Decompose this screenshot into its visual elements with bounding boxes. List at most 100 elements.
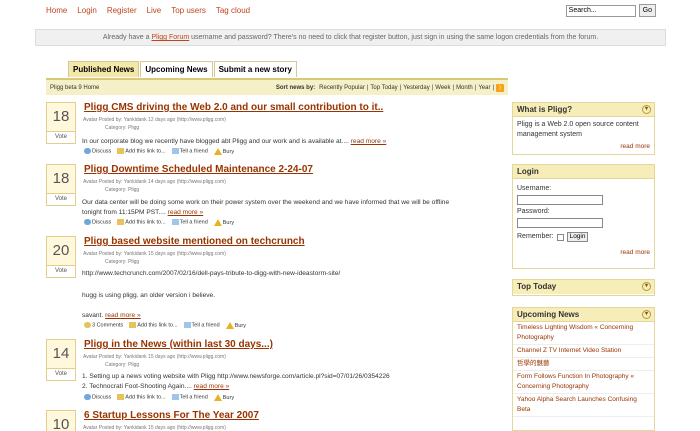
vote-button[interactable]: Vote — [46, 369, 76, 381]
tell-label: Tell a friend — [179, 219, 208, 226]
story-body: http://www.techcrunch.com/2007/02/16/del… — [82, 269, 502, 321]
notice-text-post: username and password? There's no need t… — [189, 34, 599, 41]
search-input[interactable] — [565, 4, 636, 17]
add-icon — [117, 148, 125, 155]
upcoming-item[interactable]: Form Follows Function In Photography « C… — [513, 371, 654, 394]
story-meta: Avatar Posted by: Yankidank 15 days ago … — [83, 424, 226, 431]
mail-icon — [183, 322, 191, 329]
vote-button[interactable]: Vote — [46, 266, 76, 278]
vote-button[interactable]: Vote — [46, 194, 76, 206]
add-link[interactable]: Add this link to... — [129, 322, 178, 329]
tell-friend-link[interactable]: Tell a friend — [183, 322, 220, 329]
tab-submit-story[interactable]: Submit a new story — [213, 61, 297, 77]
collapse-icon[interactable]: ▾ — [642, 310, 651, 319]
story-title[interactable]: Pligg in the News (within last 30 days..… — [84, 339, 273, 350]
bury-link[interactable]: Bury — [213, 394, 234, 401]
read-more-link[interactable]: read more — [620, 249, 650, 256]
vote-box: 18 Vote — [46, 164, 76, 206]
read-more-link[interactable]: read more » — [168, 209, 204, 216]
nav-live[interactable]: Live — [147, 6, 162, 15]
upcoming-item[interactable]: Channel Z TV Internet Video Station — [513, 345, 654, 358]
tell-label: Tell a friend — [191, 322, 220, 329]
sort-year[interactable]: Year — [478, 85, 490, 91]
read-more-link[interactable]: read more » — [194, 383, 230, 390]
add-link[interactable]: Add this link to... — [117, 394, 166, 401]
vote-count: 18 — [46, 102, 76, 132]
story-meta: Avatar Posted by: Yankidank 14 days ago … — [83, 178, 226, 194]
news-tabs: Published News Upcoming News Submit a ne… — [68, 61, 298, 77]
nav-home[interactable]: Home — [46, 6, 67, 15]
discuss-link[interactable]: Discuss — [84, 394, 111, 401]
add-label: Add this link to... — [125, 148, 166, 155]
story-category: Category: Pligg — [105, 259, 140, 265]
story-title[interactable]: 6 Startup Lessons For The Year 2007 — [84, 410, 259, 421]
read-more-link[interactable]: read more — [620, 143, 650, 150]
read-more-link[interactable]: read more » — [105, 312, 141, 319]
sort-recently-popular[interactable]: Recently Popular — [319, 85, 365, 91]
discuss-icon — [84, 148, 91, 155]
tab-published-news[interactable]: Published News — [68, 61, 140, 77]
box-title: Login — [517, 167, 539, 176]
tell-friend-link[interactable]: Tell a friend — [171, 219, 208, 226]
rss-icon[interactable]: ) — [496, 83, 504, 92]
search-button[interactable]: Go — [638, 4, 656, 17]
tell-label: Tell a friend — [179, 394, 208, 401]
nav-top-users[interactable]: Top users — [171, 6, 206, 15]
forum-link[interactable]: Pligg Forum — [151, 34, 189, 41]
story-body: In our corporate blog we recently have b… — [82, 137, 502, 147]
upcoming-item[interactable]: Timeless Lighting Wisdom « Concerning Ph… — [513, 322, 654, 345]
password-label: Password: — [517, 208, 550, 215]
story-category: Category: Pligg — [105, 125, 140, 131]
sort-week[interactable]: Week — [435, 85, 450, 91]
vote-count: 20 — [46, 236, 76, 266]
username-label: Username: — [517, 185, 552, 192]
sort-yesterday[interactable]: Yesterday — [403, 85, 429, 91]
nav-login[interactable]: Login — [77, 6, 97, 15]
login-box: Login Username: Password: Remember: Logi… — [512, 164, 655, 269]
story-actions: Discuss Add this link to... Tell a frien… — [84, 219, 234, 226]
expand-icon[interactable]: ▾ — [642, 282, 651, 291]
bury-label: Bury — [234, 322, 246, 329]
story-title[interactable]: Pligg based website mentioned on techcru… — [84, 236, 305, 247]
what-is-pligg-header: What is Pligg? ▾ — [513, 103, 654, 117]
read-more-link[interactable]: read more » — [351, 138, 387, 145]
add-link[interactable]: Add this link to... — [117, 219, 166, 226]
bury-icon — [213, 394, 222, 401]
password-field[interactable] — [517, 218, 603, 228]
sort-bar: Sort news by: Recently Popular | Top Toda… — [276, 83, 504, 92]
username-field[interactable] — [517, 195, 603, 205]
tell-friend-link[interactable]: Tell a friend — [171, 394, 208, 401]
collapse-icon[interactable]: ▾ — [642, 105, 651, 114]
story-meta: Avatar Posted by: Yankidank 15 days ago … — [83, 250, 226, 266]
upcoming-item[interactable]: Yahoo Alpha Search Launches Confusing Be… — [513, 394, 654, 417]
nav-register[interactable]: Register — [107, 6, 137, 15]
bury-label: Bury — [222, 219, 235, 226]
bury-link[interactable]: Bury — [213, 219, 235, 226]
comments-link[interactable]: 3 Comments — [84, 322, 124, 329]
avatar: Avatar — [83, 425, 98, 431]
discuss-link[interactable]: Discuss — [84, 219, 111, 226]
sort-month[interactable]: Month — [456, 85, 473, 91]
bury-link[interactable]: Bury — [213, 148, 234, 155]
story-title[interactable]: Pligg CMS driving the Web 2.0 and our sm… — [84, 102, 383, 113]
search-form: Go — [565, 4, 656, 17]
comments-label: 3 Comments — [92, 322, 124, 329]
avatar: Avatar — [83, 251, 98, 257]
tell-friend-link[interactable]: Tell a friend — [171, 148, 208, 155]
remember-checkbox[interactable] — [556, 233, 564, 241]
bury-link[interactable]: Bury — [225, 322, 246, 329]
login-button[interactable]: Login — [566, 232, 589, 242]
login-form: Username: Password: Remember: Login — [513, 179, 654, 245]
discuss-link[interactable]: Discuss — [84, 148, 111, 155]
add-label: Add this link to... — [137, 322, 178, 329]
sort-top-today[interactable]: Top Today — [370, 85, 397, 91]
bury-icon — [213, 219, 222, 226]
vote-button[interactable]: Vote — [46, 132, 76, 144]
nav-tag-cloud[interactable]: Tag cloud — [216, 6, 250, 15]
mail-icon — [171, 219, 179, 226]
upcoming-item[interactable]: 哲學的魅藝 — [513, 358, 654, 371]
add-link[interactable]: Add this link to... — [117, 148, 166, 155]
story-title[interactable]: Pligg Downtime Scheduled Maintenance 2-2… — [84, 164, 313, 175]
tab-upcoming-news[interactable]: Upcoming News — [140, 61, 213, 77]
top-today-header: Top Today ▾ — [513, 280, 654, 294]
